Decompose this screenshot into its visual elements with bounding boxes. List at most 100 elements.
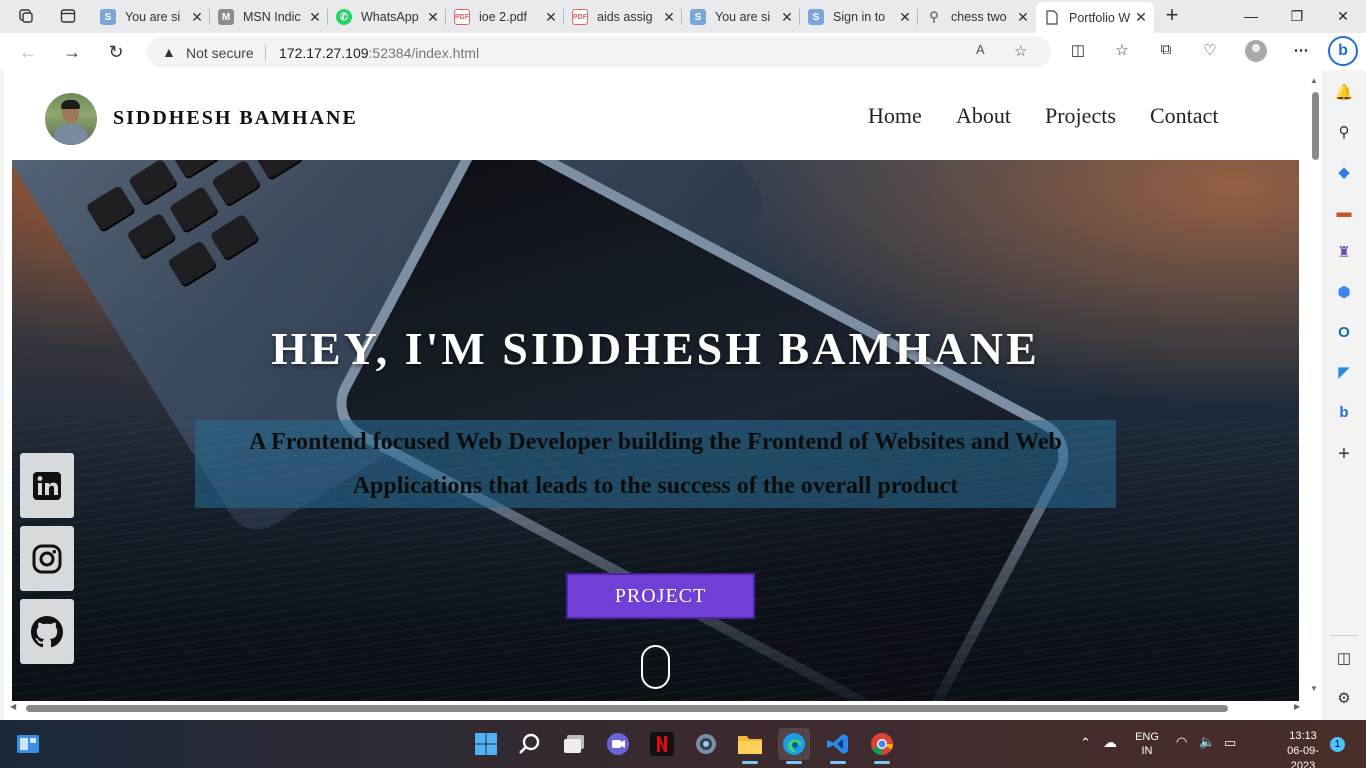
scrollbar-thumb[interactable] <box>1312 92 1319 160</box>
horizontal-scrollbar[interactable]: ◀ ▶ <box>4 701 1308 715</box>
netflix-icon[interactable] <box>646 728 678 760</box>
volume-icon[interactable]: 🔈 <box>1199 734 1215 750</box>
warning-icon[interactable]: ▲ <box>162 44 176 60</box>
notification-badge[interactable]: 1 <box>1330 737 1345 752</box>
browser-essentials-icon[interactable]: ♡ <box>1199 41 1221 63</box>
tab-title: ioe 2.pdf <box>479 10 527 24</box>
outlook-icon[interactable]: O <box>1334 322 1354 342</box>
minimize-icon[interactable]: — <box>1228 4 1274 28</box>
task-view-icon[interactable] <box>558 728 590 760</box>
wifi-icon[interactable]: ◠ <box>1176 734 1187 750</box>
tab-4[interactable]: PDF aids assig ✕ <box>564 4 682 30</box>
refresh-icon[interactable]: ↻ <box>102 39 130 65</box>
favorites-icon[interactable]: ☆ <box>1111 41 1133 63</box>
edge-browser-icon[interactable] <box>778 728 810 764</box>
tab-5[interactable]: S You are si ✕ <box>682 4 800 30</box>
nav-contact[interactable]: Contact <box>1150 103 1218 129</box>
windows-taskbar: ⌃ ☁ ENG IN ◠ 🔈 ▭ 13:13 06-09-2023 <box>0 720 1366 768</box>
onedrive-cloud-icon[interactable]: ☁ <box>1103 734 1117 751</box>
github-button[interactable] <box>20 599 74 664</box>
project-button[interactable]: PROJECT <box>566 573 755 619</box>
profile-avatar-icon[interactable] <box>1245 40 1267 62</box>
close-tab-icon[interactable]: ✕ <box>778 9 796 26</box>
file-explorer-icon[interactable] <box>734 728 766 764</box>
sidebar-settings-icon[interactable]: ⚙ <box>1334 688 1354 708</box>
instagram-button[interactable] <box>20 526 74 591</box>
site-brand[interactable]: SIDDHESH BAMHANE <box>113 107 358 130</box>
close-tab-icon[interactable]: ✕ <box>896 9 914 26</box>
close-tab-icon[interactable]: ✕ <box>542 9 560 26</box>
vscode-icon[interactable] <box>822 728 854 764</box>
tools-icon[interactable]: ▬ <box>1334 202 1354 222</box>
add-app-icon[interactable]: + <box>1334 443 1354 465</box>
tab-7[interactable]: ⚲ chess two ✕ <box>918 4 1036 30</box>
read-aloud-icon[interactable]: A <box>976 42 985 57</box>
split-screen-icon[interactable]: ◫ <box>1067 41 1089 63</box>
widgets-icon[interactable] <box>12 728 44 760</box>
close-tab-icon[interactable]: ✕ <box>1132 9 1150 26</box>
vertical-scrollbar[interactable]: ▲ ▼ <box>1308 70 1322 720</box>
close-tab-icon[interactable]: ✕ <box>188 9 206 26</box>
more-menu-icon[interactable]: ⋯ <box>1290 41 1312 63</box>
copilot-icon[interactable]: b <box>1328 36 1358 66</box>
hero-subtitle: A Frontend focused Web Developer buildin… <box>195 420 1116 508</box>
address-bar[interactable]: ▲ Not secure 172.17.27.109:52384/index.h… <box>146 37 1051 67</box>
whatsapp-icon: ✆ <box>336 9 352 25</box>
workspaces-icon[interactable] <box>12 4 40 28</box>
scroll-up-icon[interactable]: ▲ <box>1310 76 1318 85</box>
shopping-tag-icon[interactable]: ◆ <box>1334 162 1354 182</box>
favorite-star-icon[interactable]: ☆ <box>1014 42 1027 60</box>
forward-icon[interactable]: → <box>58 39 86 65</box>
close-tab-icon[interactable]: ✕ <box>1014 9 1032 26</box>
close-window-icon[interactable]: ✕ <box>1320 4 1366 28</box>
close-tab-icon[interactable]: ✕ <box>660 9 678 26</box>
restore-icon[interactable]: ❐ <box>1274 4 1320 28</box>
instagram-icon <box>32 544 62 573</box>
close-tab-icon[interactable]: ✕ <box>306 9 324 26</box>
search-icon: ⚲ <box>929 9 939 24</box>
teams-chat-icon[interactable] <box>602 728 634 760</box>
language-indicator[interactable]: ENG IN <box>1133 730 1161 758</box>
tab-title: WhatsApp <box>361 10 419 24</box>
scroll-down-icon[interactable]: ▼ <box>1310 684 1318 693</box>
search-icon[interactable]: ⚲ <box>1334 122 1354 142</box>
security-label[interactable]: Not secure <box>186 45 254 61</box>
search-icon[interactable] <box>514 728 546 760</box>
page-icon <box>1044 10 1060 26</box>
profile-photo <box>45 93 97 145</box>
linkedin-icon <box>33 471 61 500</box>
close-tab-icon[interactable]: ✕ <box>424 9 442 26</box>
start-icon[interactable] <box>470 728 502 760</box>
tab-8-active[interactable]: Portfolio W ✕ <box>1036 2 1154 33</box>
drop-icon[interactable]: ◤ <box>1334 362 1354 382</box>
scroll-left-icon[interactable]: ◀ <box>10 702 16 711</box>
tab-2[interactable]: ✆ WhatsApp ✕ <box>328 4 446 30</box>
tab-1[interactable]: M MSN Indic ✕ <box>210 4 328 30</box>
tab-6[interactable]: S Sign in to ✕ <box>800 4 918 30</box>
tab-actions-icon[interactable] <box>54 4 82 28</box>
hide-sidebar-icon[interactable]: ◫ <box>1334 648 1354 668</box>
clock[interactable]: 13:13 06-09-2023 <box>1280 729 1326 768</box>
chrome-icon[interactable] <box>866 728 898 764</box>
tab-title: Sign in to <box>833 10 886 24</box>
linkedin-button[interactable] <box>20 453 74 518</box>
battery-icon[interactable]: ▭ <box>1224 735 1236 751</box>
nav-home[interactable]: Home <box>868 103 922 129</box>
nav-projects[interactable]: Projects <box>1045 103 1116 129</box>
games-icon[interactable]: ♜ <box>1334 242 1354 262</box>
scroll-right-icon[interactable]: ▶ <box>1294 702 1300 711</box>
scrollbar-thumb[interactable] <box>26 705 1228 712</box>
bing-icon[interactable]: b <box>1334 402 1354 422</box>
show-hidden-icons[interactable]: ⌃ <box>1080 735 1091 751</box>
collections-icon[interactable]: ⧉ <box>1155 41 1177 63</box>
back-icon[interactable]: ← <box>14 39 42 65</box>
microsoft-365-icon[interactable]: ⬢ <box>1334 282 1354 302</box>
tab-3[interactable]: PDF ioe 2.pdf ✕ <box>446 4 564 30</box>
url-text[interactable]: 172.17.27.109:52384/index.html <box>279 45 479 61</box>
settings-icon[interactable] <box>690 728 722 760</box>
notification-bell-icon[interactable]: 🔔 <box>1334 82 1354 102</box>
new-tab-button[interactable]: + <box>1160 4 1184 28</box>
hero-section: HEY, I'M SIDDHESH BAMHANE A Frontend foc… <box>12 160 1299 701</box>
nav-about[interactable]: About <box>956 103 1011 129</box>
tab-0[interactable]: S You are si ✕ <box>92 4 210 30</box>
